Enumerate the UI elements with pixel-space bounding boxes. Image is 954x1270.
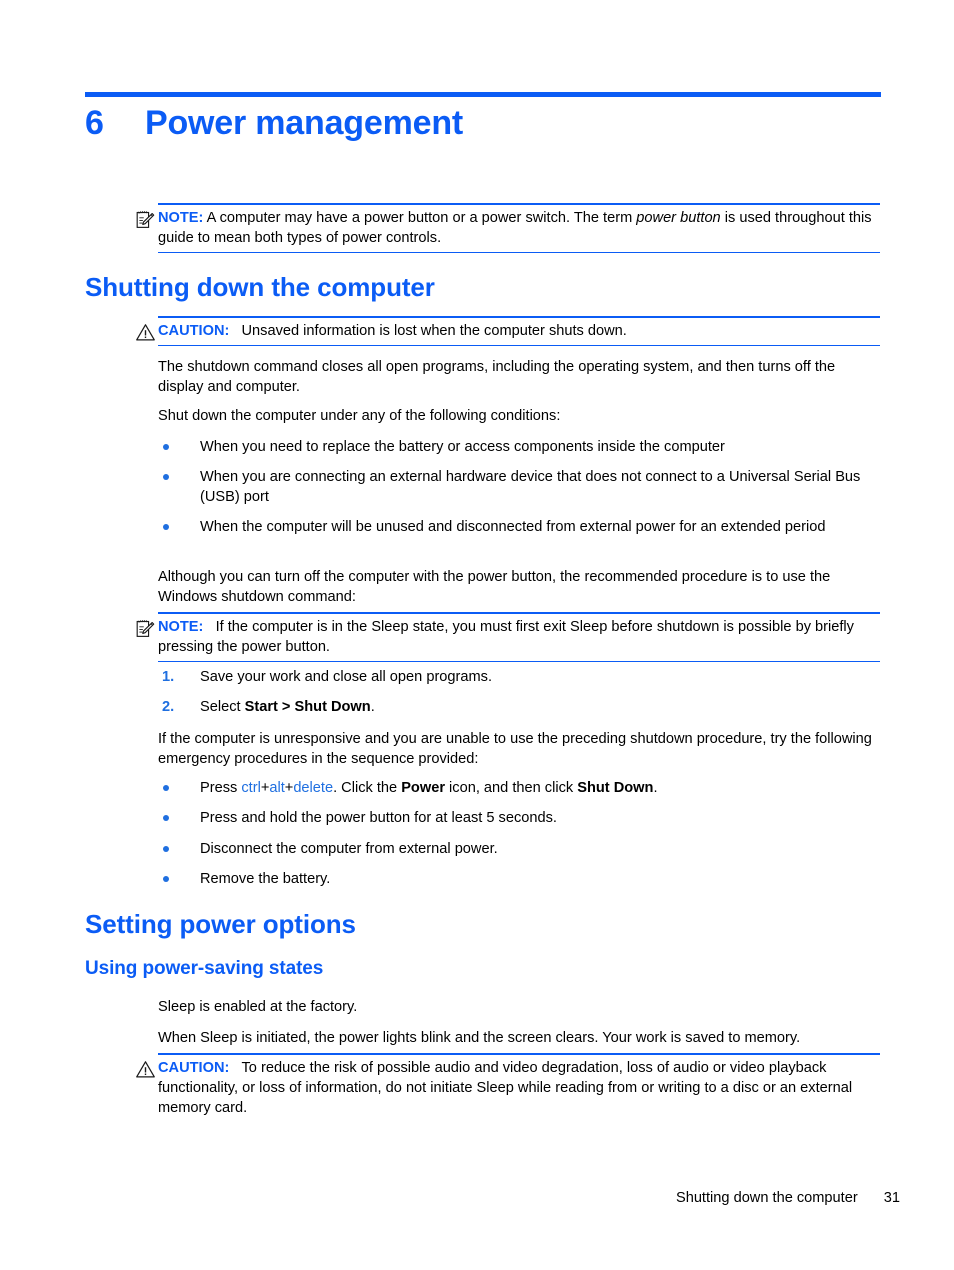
note-body-1: A computer may have a power button or a …: [206, 209, 637, 226]
note-text-intro: NOTE: A computer may have a power button…: [158, 208, 880, 248]
list-item: When you need to replace the battery or …: [158, 437, 880, 457]
heading-using-power-saving-states: Using power-saving states: [85, 958, 324, 979]
list-item: Disconnect the computer from external po…: [158, 839, 880, 859]
list-item-label: Select Start > Shut Down.: [200, 699, 375, 715]
list-item-label: When the computer will be unused and dis…: [200, 519, 826, 535]
document-page: 6 Power management NOTE: A computer may …: [0, 0, 954, 1270]
step-marker: 2.: [162, 699, 175, 715]
caution-label: CAUTION:: [158, 322, 230, 339]
caution-text-sleep: CAUTION: To reduce the risk of possible …: [158, 1058, 880, 1118]
note-body: If the computer is in the Sleep state, y…: [158, 618, 854, 655]
note-box-intro: NOTE: A computer may have a power button…: [135, 203, 880, 254]
paragraph-sleep-initiated: When Sleep is initiated, the power light…: [158, 1030, 801, 1046]
bullet-dot-icon: [163, 876, 169, 882]
caution-box-sleep: CAUTION: To reduce the risk of possible …: [135, 1053, 880, 1122]
paragraph-unresponsive: If the computer is unresponsive and you …: [158, 731, 872, 767]
step-marker: 1.: [162, 669, 175, 685]
list-item: 2. Select Start > Shut Down.: [158, 697, 880, 717]
footer-page-number: 31: [883, 1190, 900, 1206]
list-item-label: When you are connecting an external hard…: [200, 469, 861, 505]
paragraph-shutdown-command: The shutdown command closes all open pro…: [158, 359, 836, 395]
list-item: 1. Save your work and close all open pro…: [158, 667, 880, 687]
text-run: . Click the: [333, 780, 402, 796]
chapter-title-block: 6 Power management: [85, 104, 885, 143]
warning-triangle-icon: [135, 1059, 156, 1080]
list-item-label: Remove the battery.: [200, 871, 331, 887]
footer-title: Shutting down the computer: [675, 1190, 858, 1206]
note-rule-bottom: [158, 660, 880, 663]
step-text-prefix: Select: [200, 699, 245, 715]
list-item: When you are connecting an external hard…: [158, 467, 880, 507]
bullet-dot-icon: [163, 815, 169, 821]
emphasis-bold: Shut Down: [577, 780, 654, 796]
bullet-dot-icon: [163, 785, 169, 791]
note-pad-pencil-icon: [135, 209, 156, 230]
text-run: .: [653, 780, 658, 796]
list-item: Press and hold the power button for at l…: [158, 808, 880, 828]
caution-rule-bottom: [158, 344, 880, 347]
caution-label: CAUTION:: [158, 1059, 230, 1076]
key-name: delete: [293, 780, 334, 796]
list-item-label: Disconnect the computer from external po…: [200, 841, 498, 857]
chapter-title: Power management: [145, 104, 464, 142]
warning-triangle-icon: [135, 322, 156, 343]
paragraph-conditions-intro: Shut down the computer under any of the …: [158, 408, 561, 424]
chapter-number: 6: [85, 104, 104, 142]
list-item-label: Save your work and close all open progra…: [200, 669, 493, 685]
key-name: ctrl: [241, 780, 261, 796]
bullet-dot-icon: [163, 846, 169, 852]
text-run: icon, and then click: [445, 780, 578, 796]
note-rule-bottom: [158, 251, 880, 254]
list-item-label: Press and hold the power button for at l…: [200, 810, 557, 826]
paragraph-sleep-factory: Sleep is enabled at the factory.: [158, 999, 358, 1015]
key-name: alt: [269, 780, 285, 796]
emphasis-bold: Power: [401, 780, 445, 796]
text-run: Press: [200, 780, 242, 796]
list-item-label: Press ctrl+alt+delete. Click the Power i…: [200, 780, 658, 796]
bullet-dot-icon: [163, 444, 169, 450]
heading-setting-power-options: Setting power options: [85, 909, 356, 939]
note-pad-pencil-icon: [135, 618, 156, 639]
chapter-top-rule: [85, 92, 881, 97]
page-footer: Shutting down the computer 31: [0, 1190, 900, 1206]
list-item: Press ctrl+alt+delete. Click the Power i…: [158, 778, 880, 798]
caution-box-unsaved: CAUTION: Unsaved information is lost whe…: [135, 316, 880, 347]
note-italic-term: power button: [636, 209, 721, 226]
caution-body: Unsaved information is lost when the com…: [241, 322, 627, 339]
bullet-dot-icon: [163, 524, 169, 530]
bullet-dot-icon: [163, 474, 169, 480]
caution-body: To reduce the risk of possible audio and…: [158, 1059, 853, 1116]
note-text-sleep: NOTE: If the computer is in the Sleep st…: [158, 617, 880, 657]
step-text-suffix: .: [370, 699, 375, 715]
list-item: Remove the battery.: [158, 869, 880, 889]
step-bold-command: Start > Shut Down: [244, 699, 371, 715]
list-item-label: When you need to replace the battery or …: [200, 439, 725, 455]
heading-shutting-down: Shutting down the computer: [85, 272, 435, 302]
paragraph-although-power-button: Although you can turn off the computer w…: [158, 569, 831, 605]
caution-text-unsaved: CAUTION: Unsaved information is lost whe…: [158, 321, 880, 341]
note-label: NOTE:: [158, 618, 204, 635]
note-label: NOTE:: [158, 209, 204, 226]
note-box-sleep: NOTE: If the computer is in the Sleep st…: [135, 612, 880, 663]
list-item: When the computer will be unused and dis…: [158, 517, 880, 537]
